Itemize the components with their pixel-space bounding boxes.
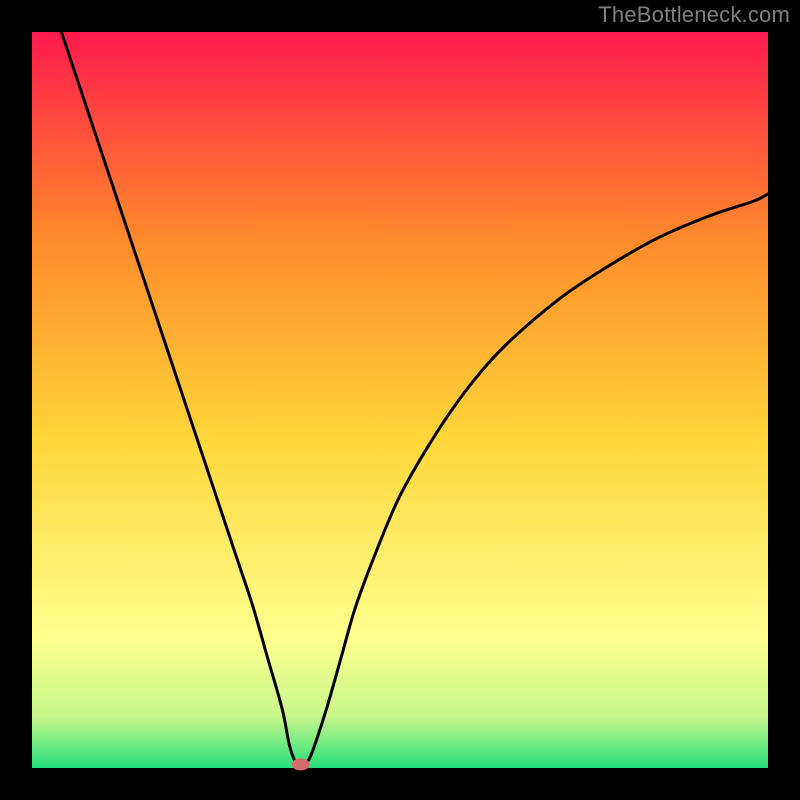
chart-wrapper: TheBottleneck.com <box>0 0 800 800</box>
min-point-marker <box>292 758 310 770</box>
watermark-text: TheBottleneck.com <box>598 2 790 28</box>
plot-area <box>32 32 768 768</box>
bottleneck-chart <box>0 0 800 800</box>
